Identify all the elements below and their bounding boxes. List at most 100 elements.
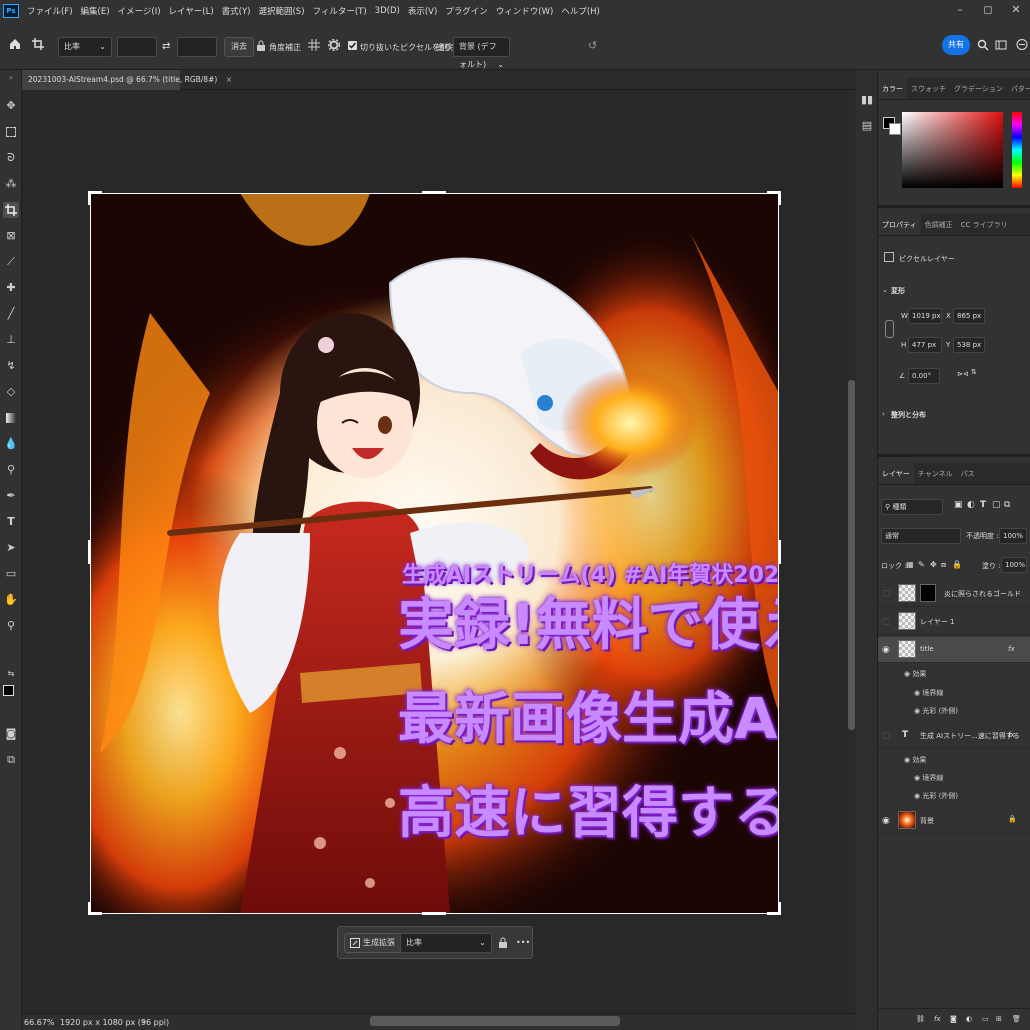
collapse-toolbar-icon[interactable]: » (3, 70, 19, 86)
tab-paths[interactable]: パス (957, 463, 979, 484)
lock-artboard-icon[interactable]: ⧈ (941, 560, 946, 570)
add-mask-icon[interactable]: ◙ (950, 1015, 957, 1023)
crop-handle-bottom[interactable] (422, 912, 446, 915)
visibility-toggle[interactable]: ▢ (882, 731, 891, 741)
crop-tool-icon[interactable] (32, 38, 46, 50)
search-icon[interactable] (977, 39, 989, 51)
effect-outer-glow[interactable]: ◉ 光彩 (外側) (914, 791, 958, 801)
marquee-tool-icon[interactable] (3, 124, 19, 140)
crop-tool-icon[interactable] (3, 202, 19, 218)
visibility-eye-icon[interactable]: ◉ (882, 645, 890, 655)
clone-stamp-tool-icon[interactable]: ⊥ (3, 332, 19, 348)
add-style-icon[interactable]: fx (934, 1015, 941, 1023)
effect-outer-glow[interactable]: ◉ 光彩 (外側) (914, 706, 958, 716)
more-options-button[interactable]: ••• (516, 938, 530, 947)
height-input[interactable]: 477 px (908, 337, 942, 353)
quick-mask-icon[interactable]: ◙ (3, 726, 19, 742)
layer-row[interactable]: ▢ T 生成 AIストリー...速に習得する fx (878, 723, 1030, 749)
comments-panel-icon[interactable]: ▤ (859, 118, 875, 134)
layer-mask-thumbnail[interactable] (920, 584, 936, 602)
foreground-color-swatch[interactable] (3, 685, 14, 696)
move-tool-icon[interactable]: ✥ (3, 98, 19, 114)
menu-file[interactable]: ファイル(F) (23, 5, 77, 17)
history-brush-tool-icon[interactable]: ↯ (3, 358, 19, 374)
visibility-toggle[interactable]: ▢ (882, 589, 891, 599)
filter-smart-object-icon[interactable]: ⧉ (1004, 500, 1010, 510)
lasso-tool-icon[interactable]: ᘐ (3, 150, 19, 166)
tab-patterns[interactable]: パターン (1007, 78, 1030, 99)
crop-handle-left[interactable] (88, 540, 91, 564)
path-selection-tool-icon[interactable]: ➤ (3, 540, 19, 556)
layer-row-selected[interactable]: ◉ title fx (878, 637, 1030, 663)
menu-type[interactable]: 書式(Y) (218, 5, 255, 17)
magic-wand-tool-icon[interactable]: ⁂ (3, 176, 19, 192)
align-chevron-icon[interactable]: › (882, 410, 885, 418)
screen-mode-icon[interactable]: ⧉ (3, 752, 19, 768)
canvas[interactable]: 生成AIストリーム(4) #AI年賀状2024 実録!無料で使える 最新画像生成… (90, 193, 779, 914)
flip-horizontal-icon[interactable]: ⊳⊲ (957, 370, 969, 378)
lock-all-icon[interactable]: 🔒 (952, 560, 962, 569)
crop-handle-top-right-v[interactable] (778, 191, 781, 205)
fx-icon[interactable]: fx (1008, 645, 1015, 653)
reset-icon[interactable]: ↺ (588, 39, 597, 52)
filter-adjustment-icon[interactable]: ◐ (967, 500, 975, 510)
lock-transparent-icon[interactable]: ▦ (906, 560, 914, 569)
tab-properties[interactable]: プロパティ (878, 214, 921, 235)
y-input[interactable]: 538 px (953, 337, 985, 353)
eyedropper-tool-icon[interactable]: ⟋ (3, 254, 19, 270)
filter-type-icon[interactable]: T (980, 500, 986, 510)
x-input[interactable]: 865 px (953, 308, 985, 324)
new-layer-icon[interactable]: ⊞ (996, 1015, 1002, 1023)
reset-colors-icon[interactable]: ⇆ (3, 666, 19, 682)
eraser-tool-icon[interactable]: ◇ (3, 384, 19, 400)
close-tab-icon[interactable]: × (226, 75, 232, 84)
filter-shape-icon[interactable]: ▢ (992, 500, 1001, 510)
home-icon[interactable] (9, 38, 21, 50)
gradient-tool-icon[interactable] (3, 410, 19, 426)
fill-input[interactable]: 100% (1001, 557, 1027, 573)
tab-cc-libraries[interactable]: CC ライブラリ (957, 214, 1012, 235)
close-window-button[interactable]: ✕ (1002, 0, 1030, 22)
straighten-icon[interactable] (256, 40, 266, 52)
tab-layers[interactable]: レイヤー (878, 463, 914, 484)
color-field[interactable] (902, 112, 1003, 188)
hue-slider[interactable] (1012, 112, 1022, 188)
dodge-tool-icon[interactable]: ⚲ (3, 462, 19, 478)
menu-edit[interactable]: 編集(E) (77, 5, 114, 17)
menu-view[interactable]: 表示(V) (404, 5, 441, 17)
tab-color[interactable]: カラー (878, 78, 907, 99)
brush-tool-icon[interactable]: ╱ (3, 306, 19, 322)
effect-stroke[interactable]: ◉ 境界線 (914, 688, 943, 698)
frame-tool-icon[interactable]: ⊠ (3, 228, 19, 244)
crop-handle-bottom-right-v[interactable] (778, 902, 781, 915)
link-layers-icon[interactable]: ⛓ (916, 1015, 925, 1023)
color-panel-background[interactable] (889, 123, 901, 135)
healing-brush-tool-icon[interactable]: ✚ (3, 280, 19, 296)
generative-expand-button[interactable]: 生成拡張 (344, 933, 402, 953)
layer-row[interactable]: ◉ 背景 🔒 (878, 808, 1030, 834)
workspace-icon[interactable] (995, 39, 1007, 51)
gear-icon[interactable] (328, 39, 340, 51)
link-dimensions-icon[interactable] (885, 320, 894, 338)
fill-select[interactable]: 背景 (デフォルト) ⌄ (453, 37, 510, 69)
hand-tool-icon[interactable]: ✋ (3, 592, 19, 608)
lock-pixels-icon[interactable]: ✎ (918, 560, 925, 569)
document-tab[interactable]: 20231003-AIStream4.psd @ 66.7% (title, R… (22, 70, 232, 90)
menu-image[interactable]: イメージ(I) (114, 5, 165, 17)
delete-cropped-checkbox[interactable] (348, 41, 357, 50)
layer-row[interactable]: ▢ 炎に照らされるゴールド (878, 581, 1030, 607)
menu-filter[interactable]: フィルター(T) (309, 5, 371, 17)
menu-select[interactable]: 選択範囲(S) (254, 5, 308, 17)
straighten-label[interactable]: 角度補正 (269, 42, 301, 53)
lock-position-icon[interactable]: ✥ (930, 560, 937, 569)
blur-tool-icon[interactable]: 💧 (3, 436, 19, 452)
history-panel-icon[interactable]: ▮▮ (859, 92, 875, 108)
tab-swatches[interactable]: スウォッチ (907, 78, 950, 99)
tab-gradients[interactable]: グラデーション (950, 78, 1007, 99)
menu-window[interactable]: ウィンドウ(W) (492, 5, 558, 17)
share-button[interactable]: 共有 (942, 35, 970, 55)
transform-chevron-icon[interactable]: ⌄ (882, 286, 888, 294)
overlay-grid-icon[interactable] (308, 39, 320, 51)
filter-pixel-icon[interactable]: ▣ (954, 500, 963, 510)
zoom-level[interactable]: 66.67% (24, 1018, 55, 1027)
